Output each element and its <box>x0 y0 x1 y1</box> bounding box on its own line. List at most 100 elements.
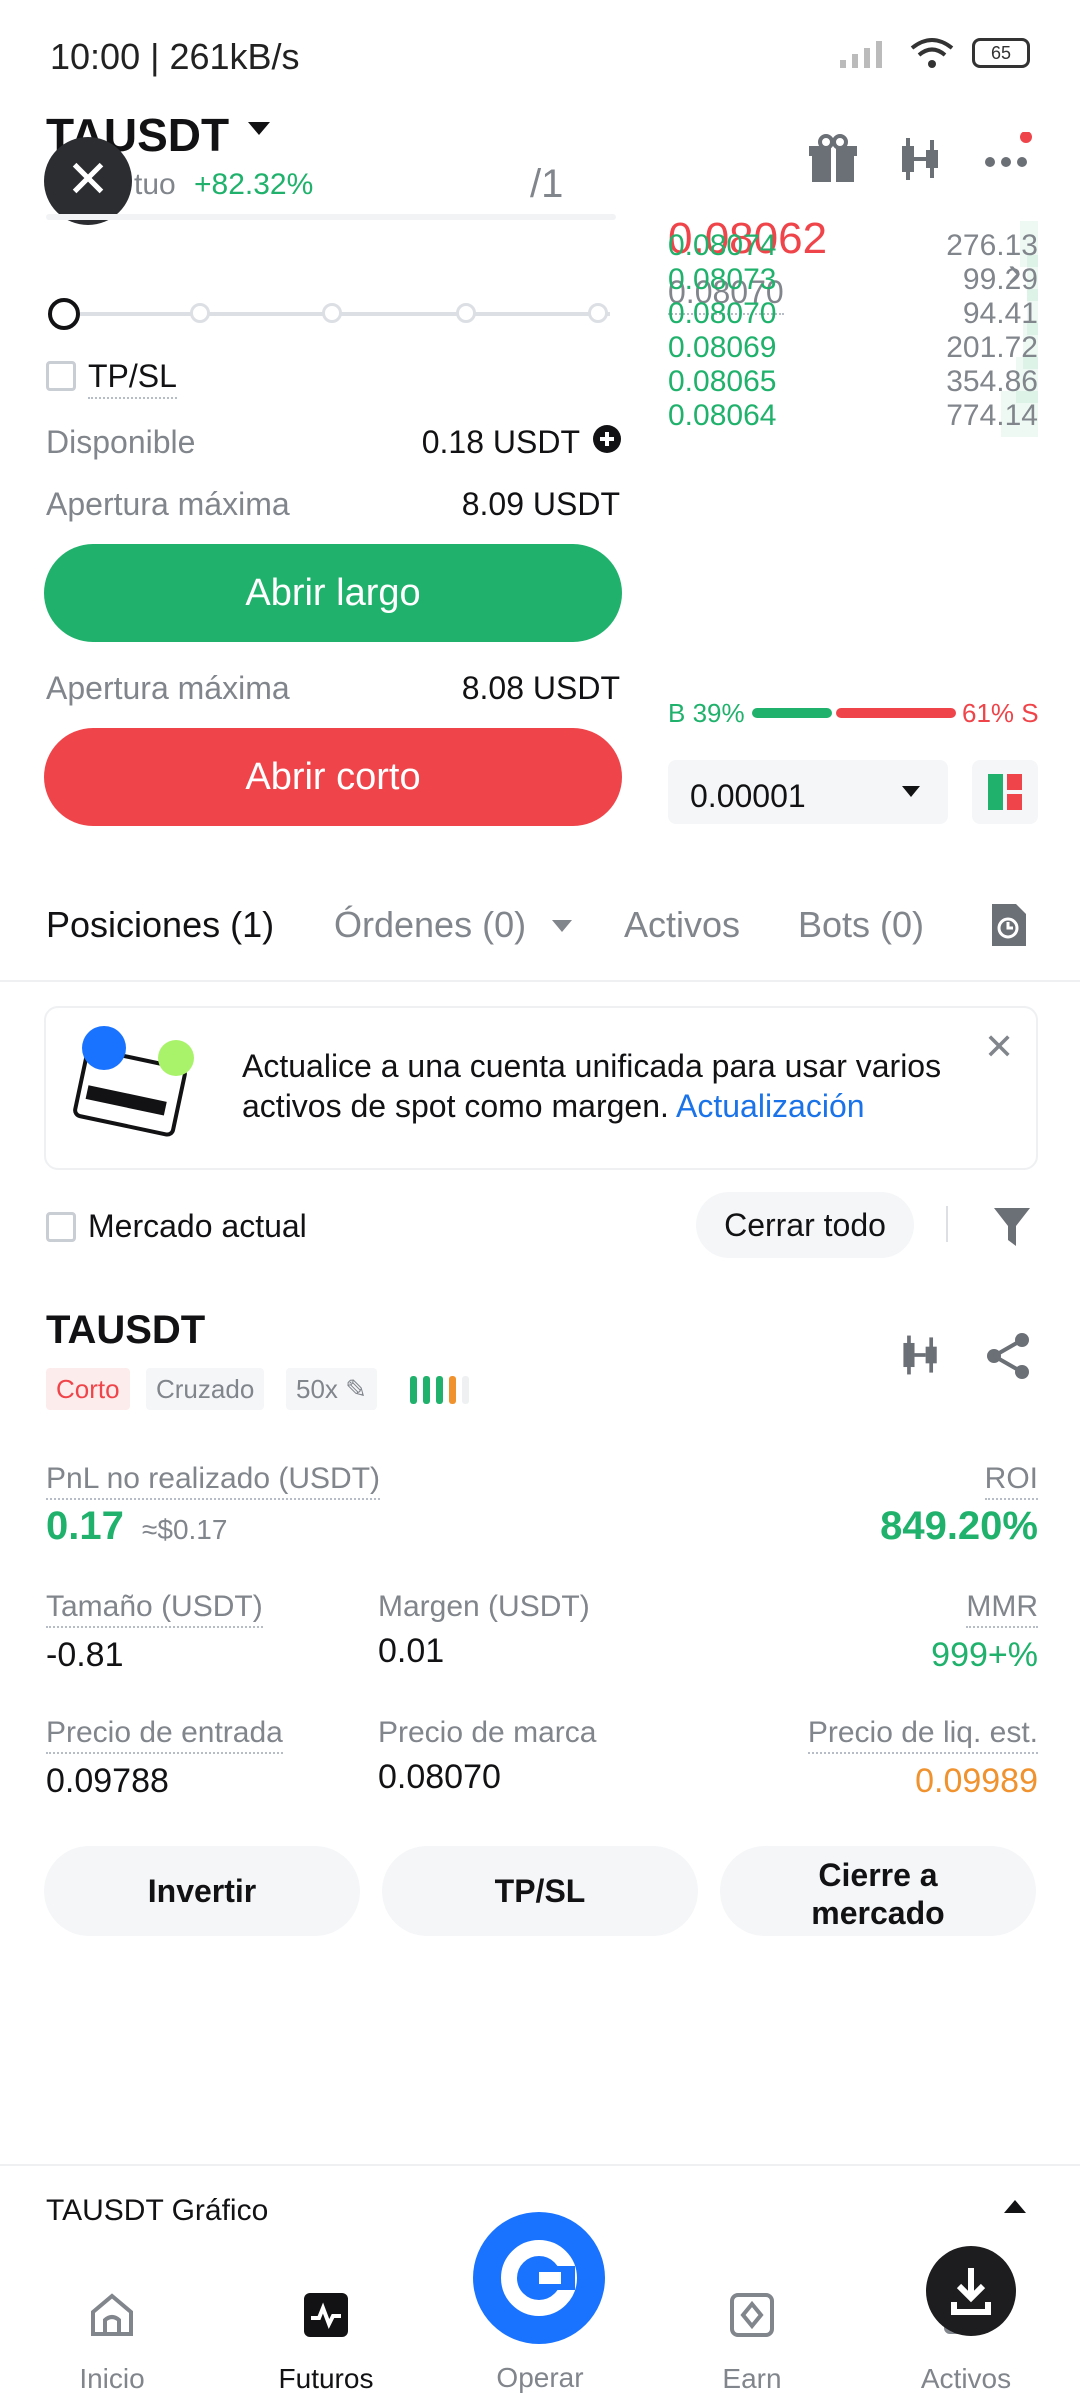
slider-step[interactable] <box>190 303 210 323</box>
candlestick-chart-icon[interactable] <box>896 1330 946 1380</box>
more-icon[interactable] <box>982 132 1036 186</box>
unrealized-pnl-label: PnL no realizado (USDT) <box>46 1462 381 1500</box>
signal-icon <box>840 41 882 68</box>
divider <box>0 980 1080 982</box>
margin-mode-badge[interactable]: Cruzado <box>146 1368 265 1410</box>
nav-home[interactable]: Inicio <box>32 2290 192 2395</box>
close-all-button[interactable]: Cerrar todo <box>696 1192 914 1258</box>
caret-down-icon[interactable] <box>902 786 920 797</box>
unrealized-pnl-value: 0.17 <box>46 1504 124 1548</box>
nav-assets-label: Activos <box>920 2363 1012 2394</box>
download-icon <box>951 2268 991 2315</box>
risk-bar <box>449 1376 456 1404</box>
status-icons: 65 <box>838 36 1030 70</box>
invert-button[interactable]: Invertir <box>44 1846 360 1936</box>
trade-logo-icon <box>501 2240 577 2316</box>
divider <box>46 214 616 220</box>
price-change: +82.32% <box>194 168 314 201</box>
slider-step[interactable] <box>322 303 342 323</box>
tab-positions[interactable]: Posiciones (1) <box>46 904 274 946</box>
caret-down-icon[interactable] <box>552 920 572 932</box>
caret-up-icon[interactable] <box>1004 2200 1026 2213</box>
filter-icon[interactable] <box>992 1206 1032 1248</box>
earn-icon <box>730 2293 774 2337</box>
nav-earn-label: Earn <box>722 2363 782 2394</box>
unrealized-pnl-usd: ≈$0.17 <box>142 1514 228 1545</box>
nav-earn[interactable]: Earn <box>672 2290 832 2395</box>
tpsl-checkbox[interactable] <box>46 361 76 391</box>
max-open-long-label: Apertura máxima <box>46 486 290 522</box>
open-short-button[interactable]: Abrir corto <box>44 728 622 826</box>
leverage-fraction[interactable]: /1 <box>530 162 563 207</box>
mmr-label: MMR <box>966 1590 1038 1628</box>
risk-bar <box>410 1376 417 1404</box>
sell-ratio-bar <box>836 708 956 718</box>
history-icon[interactable] <box>988 902 1028 948</box>
available-value: 0.18 USDT <box>421 424 580 460</box>
edit-icon: ✎ <box>345 1374 367 1404</box>
candlestick-chart-icon[interactable] <box>894 132 948 186</box>
perpetual-label: tuo <box>134 168 176 201</box>
tab-bots[interactable]: Bots (0) <box>798 904 924 946</box>
liq-price-label: Precio de liq. est. <box>807 1716 1038 1754</box>
add-funds-icon[interactable] <box>592 424 622 454</box>
mmr-value: 999+% <box>931 1636 1038 1674</box>
nav-home-label: Inicio <box>79 2363 145 2394</box>
risk-bar <box>462 1376 469 1404</box>
max-open-short-value: 8.08 USDT <box>461 670 620 706</box>
download-app-button[interactable] <box>926 2246 1016 2336</box>
futures-icon <box>304 2293 348 2337</box>
orderbook-layout-icon[interactable] <box>972 760 1038 824</box>
upgrade-link[interactable]: Actualización <box>676 1088 865 1124</box>
open-long-button[interactable]: Abrir largo <box>44 544 622 642</box>
risk-bar <box>423 1376 430 1404</box>
divider <box>946 1206 948 1242</box>
roi-label: ROI <box>984 1462 1038 1500</box>
size-label: Tamaño (USDT) <box>46 1590 263 1628</box>
tpsl-label: TP/SL <box>88 358 177 399</box>
chart-toggle-label[interactable]: TAUSDT Gráfico <box>46 2194 268 2228</box>
current-market-checkbox[interactable] <box>46 1212 76 1242</box>
available-label: Disponible <box>46 424 196 460</box>
banner-text: Actualice a una cuenta unificada para us… <box>242 1046 982 1126</box>
market-close-button[interactable]: Cierre a mercado <box>720 1846 1036 1936</box>
roi-value: 849.20% <box>880 1504 1038 1548</box>
divider <box>0 2164 1080 2166</box>
wallet-icon <box>73 1026 194 1137</box>
entry-price-value: 0.09788 <box>46 1762 169 1800</box>
nav-futures[interactable]: Futuros <box>246 2290 406 2395</box>
nav-futures-label: Futuros <box>278 2363 374 2394</box>
slider-step[interactable] <box>588 303 608 323</box>
margin-label: Margen (USDT) <box>378 1590 590 1623</box>
position-side-badge: Corto <box>46 1368 130 1410</box>
position-symbol[interactable]: TAUSDT <box>46 1308 205 1353</box>
slider-thumb[interactable] <box>48 298 80 330</box>
home-icon <box>91 2293 133 2336</box>
size-value: -0.81 <box>46 1636 124 1674</box>
tab-orders[interactable]: Órdenes (0) <box>334 904 526 946</box>
battery-icon: 65 <box>972 38 1030 68</box>
liq-price-value: 0.09989 <box>915 1762 1038 1800</box>
max-open-long-value: 8.09 USDT <box>461 486 620 522</box>
caret-down-icon[interactable] <box>248 122 270 135</box>
tpsl-button[interactable]: TP/SL <box>382 1846 698 1936</box>
close-icon[interactable]: ✕ <box>44 137 132 225</box>
tab-assets[interactable]: Activos <box>624 904 740 946</box>
orderbook-row[interactable]: 0.08064 774.14 <box>668 389 1038 441</box>
close-icon[interactable]: ✕ <box>984 1026 1014 1068</box>
wifi-icon <box>910 38 954 68</box>
gift-icon[interactable] <box>806 132 860 186</box>
mark-price-value: 0.08070 <box>378 1758 501 1796</box>
bid-price: 0.08064 <box>668 399 777 432</box>
max-open-short-label: Apertura máxima <box>46 670 290 706</box>
current-market-label: Mercado actual <box>88 1208 307 1244</box>
buy-ratio: B 39% <box>668 698 745 728</box>
leverage-badge[interactable]: 50x ✎ <box>286 1368 377 1410</box>
buy-ratio-bar <box>752 708 832 718</box>
share-icon[interactable] <box>984 1332 1032 1380</box>
margin-value: 0.01 <box>378 1632 445 1670</box>
nav-trade[interactable]: Operar <box>460 2362 620 2394</box>
trade-fab[interactable] <box>473 2212 605 2344</box>
slider-step[interactable] <box>456 303 476 323</box>
status-time-speed: 10:00 | 261kB/s <box>50 36 300 77</box>
